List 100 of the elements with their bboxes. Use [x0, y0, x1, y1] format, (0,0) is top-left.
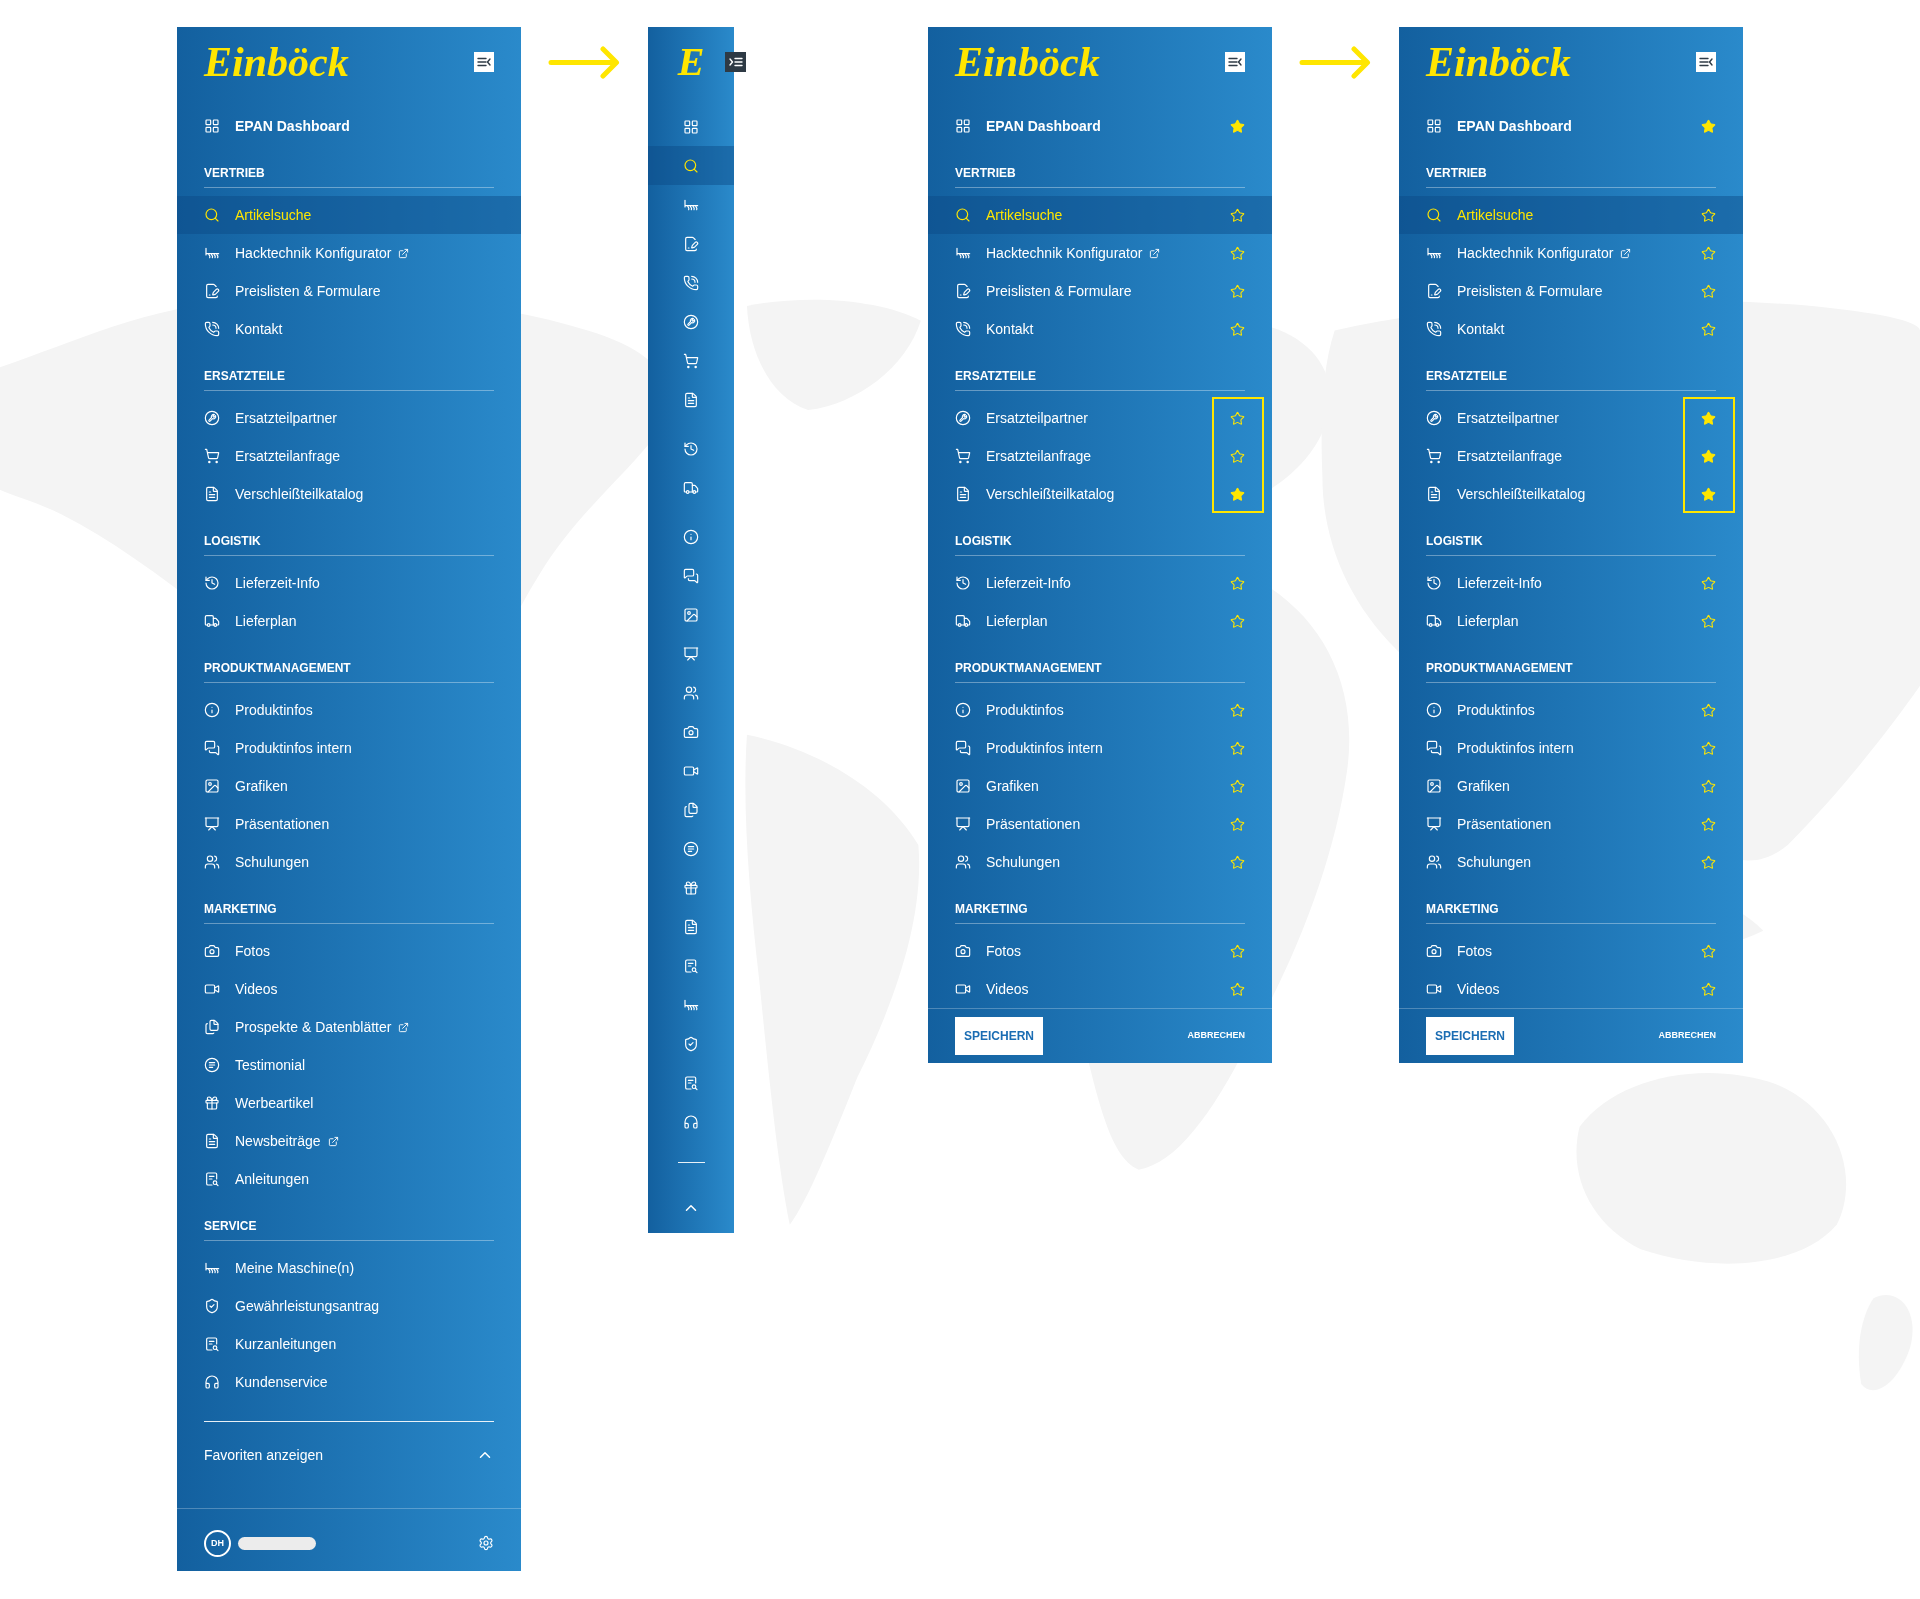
- star-icon[interactable]: [1230, 486, 1245, 502]
- menu-item[interactable]: Produktinfos: [177, 691, 521, 729]
- menu-item[interactable]: Hacktechnik Konfigurator: [1399, 234, 1743, 272]
- star-icon[interactable]: [1701, 740, 1716, 756]
- menu-item[interactable]: Produktinfos intern: [177, 729, 521, 767]
- star-icon[interactable]: [1701, 778, 1716, 794]
- star-icon[interactable]: [1701, 448, 1716, 464]
- menu-item[interactable]: Verschleißteilkatalog: [928, 475, 1272, 513]
- cancel-button[interactable]: ABBRECHEN: [1658, 1029, 1716, 1043]
- star-icon[interactable]: [1701, 486, 1716, 502]
- menu-item[interactable]: Produktinfos intern: [1399, 729, 1743, 767]
- menu-item[interactable]: Hacktechnik Konfigurator: [928, 234, 1272, 272]
- star-icon[interactable]: [1230, 207, 1245, 223]
- menu-item[interactable]: Präsentationen: [928, 805, 1272, 843]
- menu-item[interactable]: Verschleißteilkatalog: [177, 475, 521, 513]
- menu-item[interactable]: Artikelsuche: [928, 196, 1272, 234]
- menu-item[interactable]: Lieferzeit-Info: [177, 564, 521, 602]
- star-icon[interactable]: [1230, 321, 1245, 337]
- menu-item[interactable]: Schulungen: [928, 843, 1272, 881]
- menu-item[interactable]: Ersatzteilpartner: [1399, 399, 1743, 437]
- menu-item[interactable]: Schulungen: [177, 843, 521, 881]
- menu-item[interactable]: EPAN Dashboard: [177, 107, 521, 145]
- menu-item[interactable]: Kundenservice: [177, 1363, 521, 1401]
- menu-item[interactable]: Artikelsuche: [177, 196, 521, 234]
- menu-item[interactable]: Lieferplan: [177, 602, 521, 640]
- menu-item[interactable]: Anleitungen: [177, 1160, 521, 1198]
- menu-item[interactable]: Prospekte & Datenblätter: [177, 1008, 521, 1046]
- star-icon[interactable]: [1701, 816, 1716, 832]
- star-icon[interactable]: [1701, 283, 1716, 299]
- menu-item[interactable]: Präsentationen: [1399, 805, 1743, 843]
- menu-item[interactable]: Ersatzteilanfrage: [928, 437, 1272, 475]
- sidebar-toggle-button[interactable]: [725, 52, 746, 72]
- star-icon[interactable]: [1230, 981, 1245, 997]
- menu-item[interactable]: Kurzanleitungen: [177, 1325, 521, 1363]
- sidebar-toggle-button[interactable]: [1696, 52, 1716, 72]
- star-icon[interactable]: [1230, 740, 1245, 756]
- menu-item[interactable]: Hacktechnik Konfigurator: [177, 234, 521, 272]
- menu-item[interactable]: Preislisten & Formulare: [928, 272, 1272, 310]
- menu-item[interactable]: EPAN Dashboard: [928, 107, 1272, 145]
- star-icon[interactable]: [1230, 245, 1245, 261]
- menu-item[interactable]: Produktinfos: [928, 691, 1272, 729]
- menu-item[interactable]: Grafiken: [1399, 767, 1743, 805]
- menu-item[interactable]: Fotos: [177, 932, 521, 970]
- save-button[interactable]: SPEICHERN: [1426, 1017, 1514, 1055]
- menu-item[interactable]: Testimonial: [177, 1046, 521, 1084]
- star-icon[interactable]: [1701, 207, 1716, 223]
- menu-item[interactable]: Fotos: [928, 932, 1272, 970]
- menu-item[interactable]: Werbeartikel: [177, 1084, 521, 1122]
- settings-icon[interactable]: [478, 1535, 494, 1551]
- menu-item[interactable]: Verschleißteilkatalog: [1399, 475, 1743, 513]
- star-icon[interactable]: [1701, 943, 1716, 959]
- menu-item[interactable]: Grafiken: [928, 767, 1272, 805]
- cancel-button[interactable]: ABBRECHEN: [1187, 1029, 1245, 1043]
- menu-item[interactable]: Videos: [177, 970, 521, 1008]
- favorites-toggle[interactable]: Favoriten anzeigen: [204, 1422, 494, 1488]
- menu-item[interactable]: Lieferzeit-Info: [928, 564, 1272, 602]
- menu-item[interactable]: Lieferplan: [1399, 602, 1743, 640]
- menu-item[interactable]: Newsbeiträge: [177, 1122, 521, 1160]
- menu-item[interactable]: Lieferzeit-Info: [1399, 564, 1743, 602]
- menu-item[interactable]: EPAN Dashboard: [1399, 107, 1743, 145]
- menu-item[interactable]: Ersatzteilpartner: [177, 399, 521, 437]
- user-avatar[interactable]: DH: [204, 1529, 231, 1557]
- star-icon[interactable]: [1701, 118, 1716, 134]
- star-icon[interactable]: [1701, 981, 1716, 997]
- menu-item[interactable]: Lieferplan: [928, 602, 1272, 640]
- menu-item[interactable]: Gewährleistungsantrag: [177, 1287, 521, 1325]
- star-icon[interactable]: [1701, 613, 1716, 629]
- menu-item[interactable]: Meine Maschine(n): [177, 1249, 521, 1287]
- menu-item[interactable]: Ersatzteilanfrage: [177, 437, 521, 475]
- star-icon[interactable]: [1230, 778, 1245, 794]
- star-icon[interactable]: [1230, 118, 1245, 134]
- menu-item[interactable]: Kontakt: [928, 310, 1272, 348]
- menu-item[interactable]: Präsentationen: [177, 805, 521, 843]
- menu-item[interactable]: Preislisten & Formulare: [177, 272, 521, 310]
- star-icon[interactable]: [1230, 816, 1245, 832]
- star-icon[interactable]: [1701, 702, 1716, 718]
- star-icon[interactable]: [1701, 321, 1716, 337]
- sidebar-toggle-button[interactable]: [1225, 52, 1245, 72]
- star-icon[interactable]: [1230, 448, 1245, 464]
- save-button[interactable]: SPEICHERN: [955, 1017, 1043, 1055]
- menu-item[interactable]: Ersatzteilpartner: [928, 399, 1272, 437]
- menu-item[interactable]: Produktinfos intern: [928, 729, 1272, 767]
- menu-item[interactable]: Produktinfos: [1399, 691, 1743, 729]
- star-icon[interactable]: [1230, 854, 1245, 870]
- star-icon[interactable]: [1701, 410, 1716, 426]
- star-icon[interactable]: [1230, 410, 1245, 426]
- menu-item[interactable]: Fotos: [1399, 932, 1743, 970]
- menu-item[interactable]: Grafiken: [177, 767, 521, 805]
- star-icon[interactable]: [1230, 613, 1245, 629]
- menu-item[interactable]: Kontakt: [1399, 310, 1743, 348]
- star-icon[interactable]: [1701, 854, 1716, 870]
- star-icon[interactable]: [1701, 245, 1716, 261]
- menu-item[interactable]: Preislisten & Formulare: [1399, 272, 1743, 310]
- star-icon[interactable]: [1230, 702, 1245, 718]
- menu-item[interactable]: Kontakt: [177, 310, 521, 348]
- menu-item[interactable]: Artikelsuche: [1399, 196, 1743, 234]
- menu-item[interactable]: Videos: [928, 970, 1272, 1008]
- sidebar-toggle-button[interactable]: [474, 52, 494, 72]
- star-icon[interactable]: [1230, 943, 1245, 959]
- menu-item[interactable]: Schulungen: [1399, 843, 1743, 881]
